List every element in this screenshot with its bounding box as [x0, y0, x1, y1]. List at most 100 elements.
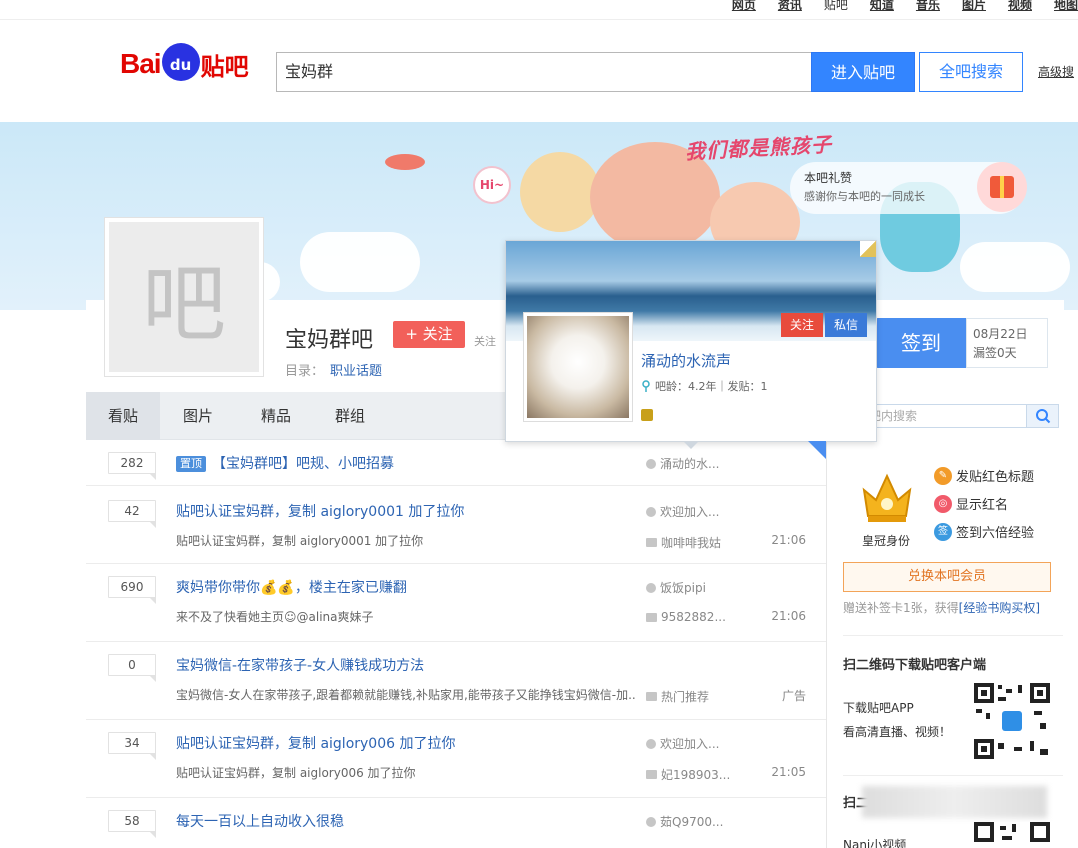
- forum-catalog: 目录： 职业话题: [285, 360, 382, 379]
- last-replier[interactable]: 咖啡啡我姑: [646, 534, 721, 551]
- in-forum-search-button[interactable]: [1027, 404, 1059, 428]
- top-nav-link[interactable]: 网页: [732, 0, 756, 13]
- enter-tieba-button[interactable]: 进入贴吧: [811, 52, 915, 92]
- user-icon: [646, 816, 656, 827]
- popup-username[interactable]: 涌动的水流声: [641, 350, 731, 371]
- top-nav-link[interactable]: 图片: [962, 0, 986, 13]
- tab-groups[interactable]: 群组: [318, 392, 382, 440]
- red-title-icon: ✎: [934, 466, 952, 485]
- thread-author[interactable]: 饭饭pipi: [646, 579, 706, 596]
- search-all-button[interactable]: 全吧搜索: [919, 52, 1023, 92]
- last-reply-time: 21:06: [771, 533, 806, 547]
- popup-follow-button[interactable]: 关注: [781, 313, 823, 337]
- comment-icon: [646, 770, 657, 779]
- top-nav-link[interactable]: 视频: [1008, 0, 1032, 13]
- thread-row[interactable]: 282 置顶 【宝妈群吧】吧规、小吧招募 涌动的水...: [86, 440, 826, 486]
- catalog-link[interactable]: 职业话题: [330, 364, 382, 379]
- thread-author[interactable]: 茹Q9700...: [646, 813, 723, 830]
- thread-author[interactable]: 欢迎加入...: [646, 503, 719, 520]
- qr-line-app: 下载贴吧APP: [843, 701, 914, 715]
- last-replier[interactable]: 妃198903...: [646, 766, 730, 783]
- top-nav-links: 网页 资讯 贴吧 知道 音乐 图片 视频 地图: [732, 0, 1078, 13]
- thread-row[interactable]: 42 贴吧认证宝妈群，复制 aiglory0001 加了拉你 欢迎加入... 贴吧认证…: [86, 488, 826, 564]
- popup-arrow: [683, 441, 699, 449]
- red-name-icon: ◎: [934, 494, 952, 513]
- cloud-decoration: [960, 242, 1070, 292]
- top-nav-link[interactable]: 资讯: [778, 0, 802, 13]
- top-nav-link[interactable]: 地图: [1054, 0, 1078, 13]
- thread-title[interactable]: 爽妈带你带你💰💰，楼主在家已赚翻: [176, 577, 407, 597]
- thread-row[interactable]: 0 宝妈微信-在家带孩子-女人赚钱成功方法宝妈微信-女人在家带孩子,跟着都赖就能赚…: [86, 642, 826, 720]
- thread-abstract: 宝妈微信-女人在家带孩子,跟着都赖就能赚钱,补贴家用,能带孩子又能挣钱宝妈微信-…: [176, 688, 636, 702]
- qr-code-2: [974, 822, 1050, 848]
- reply-count: 0: [108, 654, 156, 682]
- user-icon: [646, 582, 656, 593]
- thread-title[interactable]: 置顶 【宝妈群吧】吧规、小吧招募: [176, 453, 394, 473]
- tab-images[interactable]: 图片: [166, 392, 230, 440]
- baidu-tieba-logo[interactable]: Bai du 贴吧: [120, 40, 249, 88]
- perk-red-name: ◎ 显示红名: [934, 494, 1008, 513]
- comment-icon: [646, 612, 657, 622]
- thread-row[interactable]: 34 贴吧认证宝妈群，复制 aiglory006 加了拉你 欢迎加入... 贴吧认证宝…: [86, 720, 826, 798]
- sticky-tag: 置顶: [176, 456, 206, 472]
- qr-title: 扫二维码下载贴吧客户端: [843, 658, 987, 673]
- tab-featured[interactable]: 精品: [244, 392, 308, 440]
- search-icon: [1035, 409, 1050, 424]
- top-nav-link[interactable]: 贴吧: [824, 0, 848, 13]
- follow-forum-button[interactable]: + 关注: [393, 321, 465, 348]
- comment-icon: [646, 692, 657, 701]
- logo-paw-icon: du: [161, 43, 200, 81]
- user-icon: [646, 506, 656, 517]
- reply-count: 282: [108, 452, 156, 480]
- popup-corner: [860, 241, 876, 257]
- top-nav-link[interactable]: 音乐: [916, 0, 940, 13]
- last-replier[interactable]: 9582882...: [646, 610, 726, 624]
- reply-count: 42: [108, 500, 156, 528]
- crown-icon: [856, 466, 918, 528]
- user-icon: [646, 738, 656, 749]
- crown-label: 皇冠身份: [862, 534, 911, 548]
- last-replier[interactable]: 热门推荐: [646, 688, 709, 705]
- user-icon: [646, 458, 656, 469]
- ufo-icon: [385, 154, 425, 170]
- thread-title[interactable]: 贴吧认证宝妈群，复制 aiglory0001 加了拉你: [176, 501, 464, 521]
- thread-title[interactable]: 每天一百以上自动收入很稳: [176, 811, 344, 831]
- in-forum-search-input[interactable]: 吧内搜索: [862, 404, 1027, 428]
- forum-name: 宝妈群吧: [285, 328, 374, 353]
- thread-abstract: 贴吧认证宝妈群，复制 aiglory0001 加了拉你: [176, 534, 424, 548]
- qr-code-icon: [974, 683, 1050, 759]
- last-reply-time: 21:05: [771, 765, 806, 779]
- sign-exp-icon: 签: [934, 522, 952, 541]
- thread-abstract: 来不及了快看她主页☺@alina爽妹子: [176, 610, 374, 624]
- reply-count: 34: [108, 732, 156, 760]
- sign-date: 08月22日: [973, 327, 1028, 341]
- thread-title[interactable]: 贴吧认证宝妈群，复制 aiglory006 加了拉你: [176, 733, 455, 753]
- tab-threads[interactable]: 看贴: [86, 392, 160, 440]
- thread-row[interactable]: 58 每天一百以上自动收入很稳 茹Q9700...: [86, 798, 826, 848]
- exchange-member-button[interactable]: 兑换本吧会员: [843, 562, 1051, 592]
- search-input[interactable]: 宝妈群: [276, 52, 812, 92]
- catalog-label: 目录：: [285, 364, 325, 379]
- bonus-text: 赠送补签卡1张，获得[经验书购买权]: [843, 601, 1041, 615]
- thread-title[interactable]: 宝妈微信-在家带孩子-女人赚钱成功方法: [176, 655, 424, 675]
- sign-in-button[interactable]: 签到: [876, 318, 966, 368]
- advanced-search-link[interactable]: 高级搜: [1038, 63, 1074, 80]
- gift-box-icon[interactable]: [977, 162, 1027, 212]
- divider: [843, 635, 1063, 636]
- forum-avatar-placeholder: 吧: [109, 222, 259, 372]
- reply-count: 58: [108, 810, 156, 838]
- popup-message-button[interactable]: 私信: [825, 313, 867, 337]
- perk-six-exp: 签签到六倍经验: [934, 522, 1034, 541]
- thread-author[interactable]: 欢迎加入...: [646, 735, 719, 752]
- thread-row[interactable]: 690 爽妈带你带你💰💰，楼主在家已赚翻 饭饭pipi 来不及了快看她主页☺@alin…: [86, 564, 826, 642]
- thread-author[interactable]: 涌动的水...: [646, 455, 719, 472]
- bonus-link[interactable]: [经验书购买权]: [959, 601, 1040, 615]
- qr-code-icon: [974, 822, 1050, 842]
- logo-tieba: 贴吧: [200, 52, 249, 81]
- popup-badge-icon: [641, 409, 653, 421]
- popup-user-avatar[interactable]: [523, 312, 633, 422]
- blurred-text: [862, 786, 1047, 818]
- divider: [843, 775, 1063, 776]
- top-nav-link[interactable]: 知道: [870, 0, 894, 13]
- forum-gift-panel[interactable]: 本吧礼赞 感谢你与本吧的一同成长: [790, 162, 1027, 214]
